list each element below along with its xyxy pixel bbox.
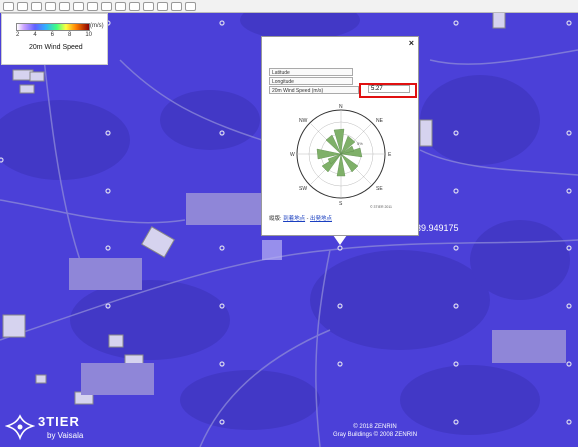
rose-label-ne: NE [376, 118, 384, 124]
departure-point-link[interactable]: 出発地点 [310, 216, 332, 222]
redacted-label [69, 258, 142, 290]
rose-label-se: SE [376, 186, 383, 192]
map-copyright: © 2018 ZENRIN Gray Buildings © 2008 ZENR… [320, 423, 430, 439]
info-icon[interactable] [73, 1, 84, 11]
redacted-label [492, 330, 566, 363]
brand-logo: 3TIER by Vaisala [4, 414, 83, 447]
arrival-point-link[interactable]: 到着地点 [283, 216, 305, 222]
coordinate-readout: 39.949175 [416, 223, 459, 233]
image-icon[interactable] [115, 1, 126, 11]
help-icon[interactable] [185, 1, 196, 11]
copyright-line: © 2018 ZENRIN [353, 424, 397, 430]
brand-sub: by Vaisala [47, 431, 84, 440]
zoom-out-icon[interactable] [45, 1, 56, 11]
rose-label-w: W [290, 152, 295, 158]
legend-tick: 2 [16, 32, 20, 38]
point-info-popup: × Latitude Longitude 20m Wind Speed (m/s… [261, 36, 419, 236]
close-icon[interactable]: × [409, 38, 414, 48]
redacted-label [186, 193, 262, 225]
home-icon[interactable] [3, 1, 14, 11]
rose-percent-label: 5% [357, 141, 363, 146]
legend-tick: 8 [67, 32, 72, 38]
brand-name: 3TIER [38, 414, 80, 429]
legend-tick: 4 [33, 32, 37, 38]
links-prefix: 縦版: [269, 216, 282, 222]
legend-ticks: 2 4 6 8 10 [16, 32, 92, 38]
copyright-line: Gray Buildings © 2008 ZENRIN [332, 432, 418, 438]
color-scale-bar [16, 23, 90, 31]
redacted-label [81, 363, 154, 395]
layers-icon[interactable] [87, 1, 98, 11]
rose-label-s: S [339, 201, 343, 207]
popup-pointer [333, 235, 347, 245]
value-highlight-box [359, 83, 417, 98]
pan-tool-icon[interactable] [17, 1, 28, 11]
rose-credit: © 3TIER 2011 [370, 205, 392, 209]
longitude-field: Longitude [269, 77, 353, 85]
map-toolbar [0, 0, 578, 13]
legend-tick: 6 [50, 32, 54, 38]
print-icon[interactable] [171, 1, 182, 11]
folder-icon[interactable] [129, 1, 140, 11]
wind-speed-legend: (m/s) 2 4 6 8 10 20m Wind Speed [1, 13, 108, 65]
rose-label-sw: SW [299, 186, 307, 192]
globe-icon[interactable] [101, 1, 112, 11]
save-icon[interactable] [143, 1, 154, 11]
3tier-logo-icon [4, 414, 36, 441]
route-links: 縦版: 到着地点 - 出発地点 [269, 214, 332, 222]
legend-title: 20m Wind Speed [29, 44, 83, 51]
zoom-in-icon[interactable] [31, 1, 42, 11]
rose-label-n: N [339, 104, 343, 110]
table-icon[interactable] [157, 1, 168, 11]
rose-label-e: E [388, 152, 392, 158]
latitude-field: Latitude [269, 68, 353, 76]
wind-speed-label: 20m Wind Speed (m/s) [269, 86, 359, 94]
rose-label-nw: NW [299, 118, 308, 124]
legend-tick: 10 [85, 32, 92, 38]
wind-rose-chart: N NE E SE S SW W NW 5% © 3TIER 2011 [290, 104, 392, 209]
measure-icon[interactable] [59, 1, 70, 11]
legend-unit: (m/s) [90, 23, 104, 29]
